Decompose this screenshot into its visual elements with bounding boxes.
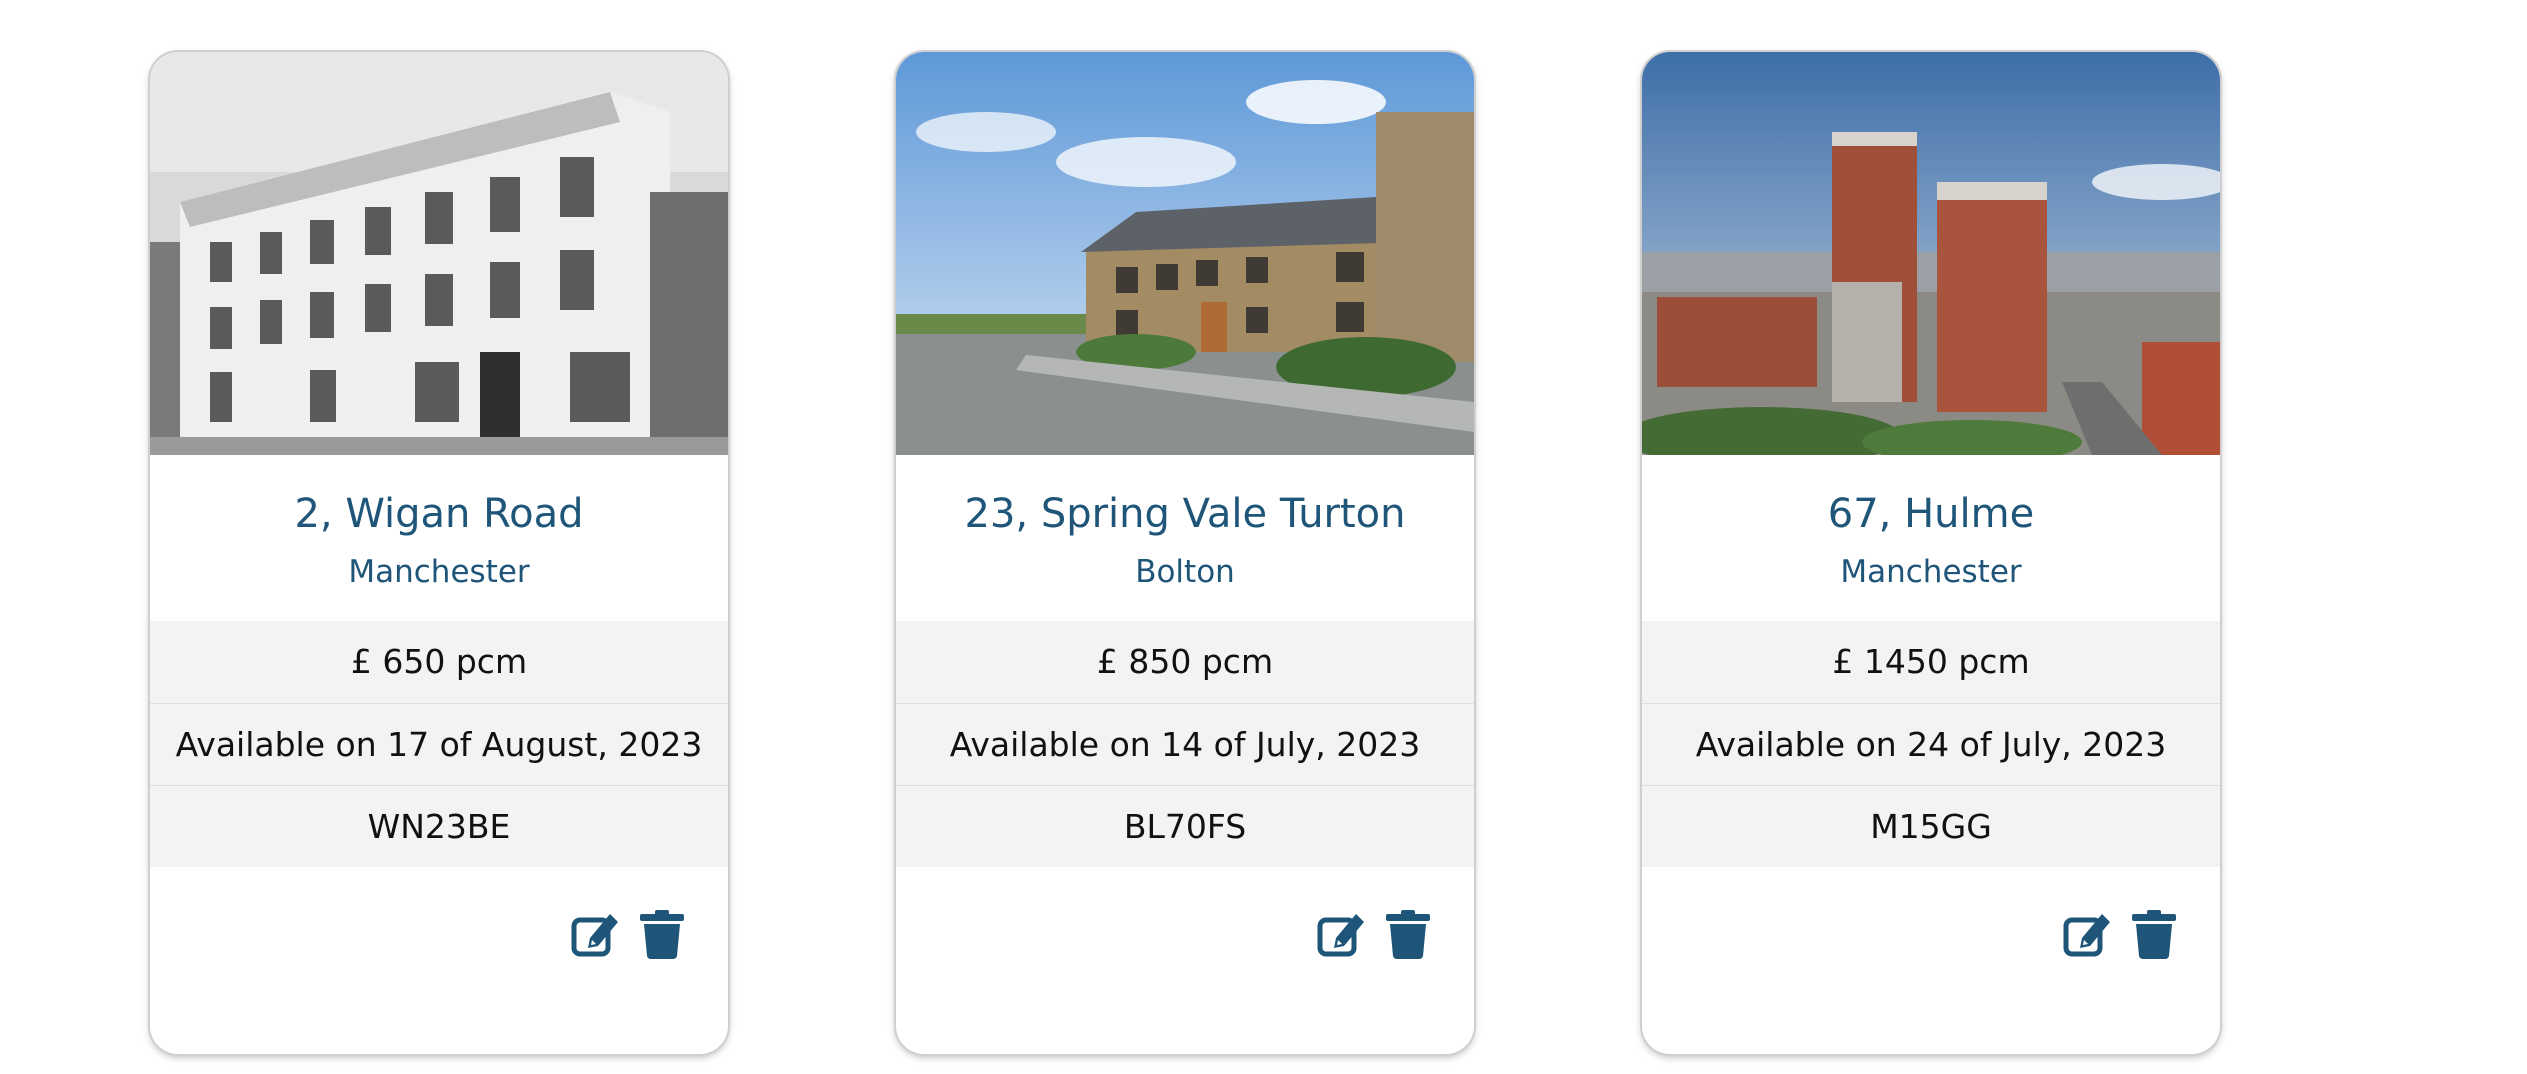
property-photo (150, 52, 728, 455)
property-availability: Available on 14 of July, 2023 (896, 703, 1474, 785)
property-price: £ 850 pcm (896, 621, 1474, 703)
property-address: 2, Wigan Road (294, 491, 584, 537)
property-availability: Available on 17 of August, 2023 (150, 703, 728, 785)
property-address: 67, Hulme (1827, 491, 2035, 537)
property-details: £ 850 pcm Available on 14 of July, 2023 … (896, 621, 1474, 867)
trash-icon (2132, 910, 2176, 959)
property-city: Manchester (1840, 554, 2022, 590)
property-city: Bolton (1135, 554, 1235, 590)
property-address: 23, Spring Vale Turton (964, 491, 1406, 537)
edit-button[interactable] (1316, 908, 1368, 960)
edit-button[interactable] (570, 908, 622, 960)
property-details: £ 650 pcm Available on 17 of August, 202… (150, 621, 728, 867)
card-actions (2062, 908, 2180, 960)
property-card-list: 2, Wigan Road Manchester £ 650 pcm Avail… (0, 0, 2527, 1074)
property-card: 67, Hulme Manchester £ 1450 pcm Availabl… (1642, 52, 2220, 1054)
edit-icon (2063, 914, 2110, 957)
property-city: Manchester (348, 554, 530, 590)
property-photo (1642, 52, 2220, 455)
trash-icon (1386, 910, 1430, 959)
property-postcode: M15GG (1642, 785, 2220, 867)
delete-button[interactable] (1382, 908, 1434, 960)
property-card: 23, Spring Vale Turton Bolton £ 850 pcm … (896, 52, 1474, 1054)
property-price: £ 1450 pcm (1642, 621, 2220, 703)
delete-button[interactable] (2128, 908, 2180, 960)
card-actions (570, 908, 688, 960)
property-price: £ 650 pcm (150, 621, 728, 703)
edit-icon (571, 914, 618, 957)
delete-button[interactable] (636, 908, 688, 960)
property-details: £ 1450 pcm Available on 24 of July, 2023… (1642, 621, 2220, 867)
edit-button[interactable] (2062, 908, 2114, 960)
card-actions (1316, 908, 1434, 960)
property-card: 2, Wigan Road Manchester £ 650 pcm Avail… (150, 52, 728, 1054)
property-availability: Available on 24 of July, 2023 (1642, 703, 2220, 785)
property-postcode: BL70FS (896, 785, 1474, 867)
property-postcode: WN23BE (150, 785, 728, 867)
property-photo (896, 52, 1474, 455)
edit-icon (1317, 914, 1364, 957)
trash-icon (640, 910, 684, 959)
